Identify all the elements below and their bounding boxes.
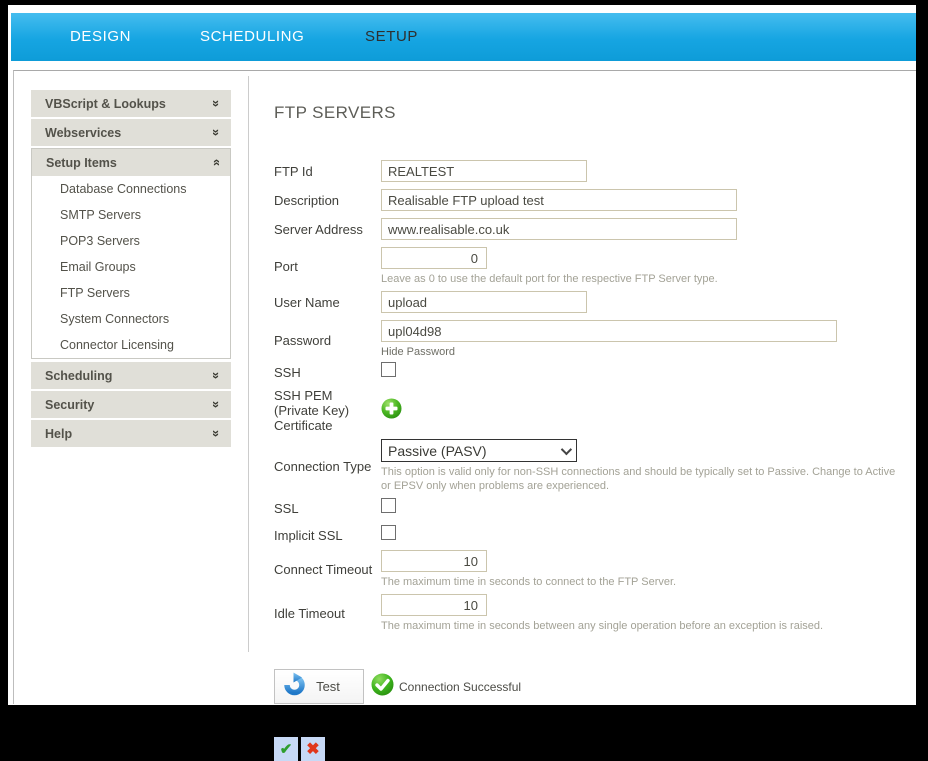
refresh-icon	[281, 671, 307, 702]
user-name-label: User Name	[274, 295, 381, 310]
test-button-label: Test	[316, 679, 354, 694]
server-address-label: Server Address	[274, 222, 381, 237]
idle-timeout-hint: The maximum time in seconds between any …	[381, 619, 906, 633]
test-row: Test	[274, 669, 906, 704]
chevron-down-icon: »	[209, 129, 224, 136]
form-row-server-address: Server Address	[274, 218, 906, 240]
ftp-id-label: FTP Id	[274, 164, 381, 179]
connection-type-value: Passive (PASV)	[388, 443, 487, 459]
connection-status-text: Connection Successful	[399, 680, 521, 694]
chevron-down-icon: »	[209, 430, 224, 437]
sidebar-item-smtp-servers[interactable]: SMTP Servers	[32, 202, 230, 228]
form-actions: ✔ ✖	[274, 737, 906, 761]
confirm-button[interactable]: ✔	[274, 737, 298, 761]
password-label: Password	[274, 333, 381, 348]
cancel-button[interactable]: ✖	[301, 737, 325, 761]
sidebar-section-webservices[interactable]: Webservices »	[31, 119, 231, 146]
idle-timeout-label: Idle Timeout	[274, 606, 381, 621]
sidebar-section-label: Security	[45, 398, 94, 412]
sidebar-section-label: Help	[45, 427, 72, 441]
form-row-password: Password Hide Password	[274, 320, 906, 360]
hide-password-link[interactable]: Hide Password	[381, 346, 455, 358]
connection-type-label: Connection Type	[274, 459, 381, 474]
form-row-ssh: SSH	[274, 362, 906, 382]
sidebar-item-email-groups[interactable]: Email Groups	[32, 254, 230, 280]
user-name-input[interactable]	[381, 291, 587, 313]
ssh-label: SSH	[274, 365, 381, 380]
sidebar-item-connector-licensing[interactable]: Connector Licensing	[32, 332, 230, 358]
check-icon: ✔	[280, 740, 293, 758]
nav-tab-design[interactable]: DESIGN	[70, 13, 131, 61]
form-row-ftp-id: FTP Id	[274, 160, 906, 182]
check-circle-icon	[371, 673, 394, 701]
content-panel: VBScript & Lookups » Webservices » Setup…	[13, 70, 916, 704]
chevron-up-icon: »	[208, 159, 223, 166]
port-input[interactable]	[381, 247, 487, 269]
sidebar-section-setup-items-group: Setup Items » Database Connections SMTP …	[31, 148, 231, 359]
sidebar-item-pop3-servers[interactable]: POP3 Servers	[32, 228, 230, 254]
main-content: FTP SERVERS FTP Id Description Server Ad…	[249, 71, 916, 704]
sidebar-section-help[interactable]: Help »	[31, 420, 231, 447]
form-row-connection-type: Connection Type Passive (PASV) This opti…	[274, 439, 906, 493]
sidebar: VBScript & Lookups » Webservices » Setup…	[14, 71, 248, 704]
sidebar-item-ftp-servers[interactable]: FTP Servers	[32, 280, 230, 306]
app-window: DESIGN SCHEDULING SETUP VBScript & Looku…	[8, 5, 916, 705]
sidebar-section-label: VBScript & Lookups	[45, 97, 166, 111]
sidebar-section-setup-items[interactable]: Setup Items »	[32, 149, 230, 176]
connect-timeout-input[interactable]	[381, 550, 487, 572]
implicit-ssl-checkbox[interactable]	[381, 525, 396, 540]
sidebar-section-security[interactable]: Security »	[31, 391, 231, 418]
connection-status: Connection Successful	[371, 673, 521, 701]
connection-type-select[interactable]: Passive (PASV)	[381, 439, 577, 462]
server-address-input[interactable]	[381, 218, 737, 240]
connect-timeout-label: Connect Timeout	[274, 562, 381, 577]
sidebar-section-scheduling[interactable]: Scheduling »	[31, 362, 231, 389]
port-hint: Leave as 0 to use the default port for t…	[381, 272, 906, 286]
nav-tab-setup[interactable]: SETUP	[365, 13, 418, 61]
ssh-checkbox[interactable]	[381, 362, 396, 377]
description-input[interactable]	[381, 189, 737, 211]
sidebar-item-system-connectors[interactable]: System Connectors	[32, 306, 230, 332]
dropdown-chevron-icon	[561, 443, 572, 454]
sidebar-section-label: Setup Items	[46, 156, 117, 170]
connect-timeout-hint: The maximum time in seconds to connect t…	[381, 575, 906, 589]
chevron-down-icon: »	[209, 401, 224, 408]
form-row-ssh-pem: SSH PEM (Private Key) Certificate	[274, 388, 906, 433]
form-row-ssl: SSL	[274, 498, 906, 518]
sidebar-section-vbscript-lookups[interactable]: VBScript & Lookups »	[31, 90, 231, 117]
description-label: Description	[274, 193, 381, 208]
test-button[interactable]: Test	[274, 669, 364, 704]
ssl-checkbox[interactable]	[381, 498, 396, 513]
connection-type-hint: This option is valid only for non-SSH co…	[381, 465, 906, 493]
nav-tab-scheduling[interactable]: SCHEDULING	[200, 13, 304, 61]
form-row-idle-timeout: Idle Timeout The maximum time in seconds…	[274, 594, 906, 633]
ssh-pem-label: SSH PEM (Private Key) Certificate	[274, 388, 381, 433]
form-row-implicit-ssl: Implicit SSL	[274, 525, 906, 545]
password-input[interactable]	[381, 320, 837, 342]
chevron-down-icon: »	[209, 372, 224, 379]
implicit-ssl-label: Implicit SSL	[274, 528, 381, 543]
port-label: Port	[274, 259, 381, 274]
form-row-connect-timeout: Connect Timeout The maximum time in seco…	[274, 550, 906, 589]
chevron-down-icon: »	[209, 100, 224, 107]
page-title: FTP SERVERS	[274, 103, 906, 123]
top-navbar: DESIGN SCHEDULING SETUP	[11, 13, 916, 61]
cross-icon: ✖	[306, 739, 319, 759]
form-row-user-name: User Name	[274, 291, 906, 313]
ftp-id-input[interactable]	[381, 160, 587, 182]
sidebar-section-label: Scheduling	[45, 369, 112, 383]
form-row-port: Port Leave as 0 to use the default port …	[274, 247, 906, 286]
plus-circle-icon[interactable]	[381, 398, 402, 419]
form-row-description: Description	[274, 189, 906, 211]
ssl-label: SSL	[274, 501, 381, 516]
idle-timeout-input[interactable]	[381, 594, 487, 616]
sidebar-item-database-connections[interactable]: Database Connections	[32, 176, 230, 202]
sidebar-section-label: Webservices	[45, 126, 121, 140]
